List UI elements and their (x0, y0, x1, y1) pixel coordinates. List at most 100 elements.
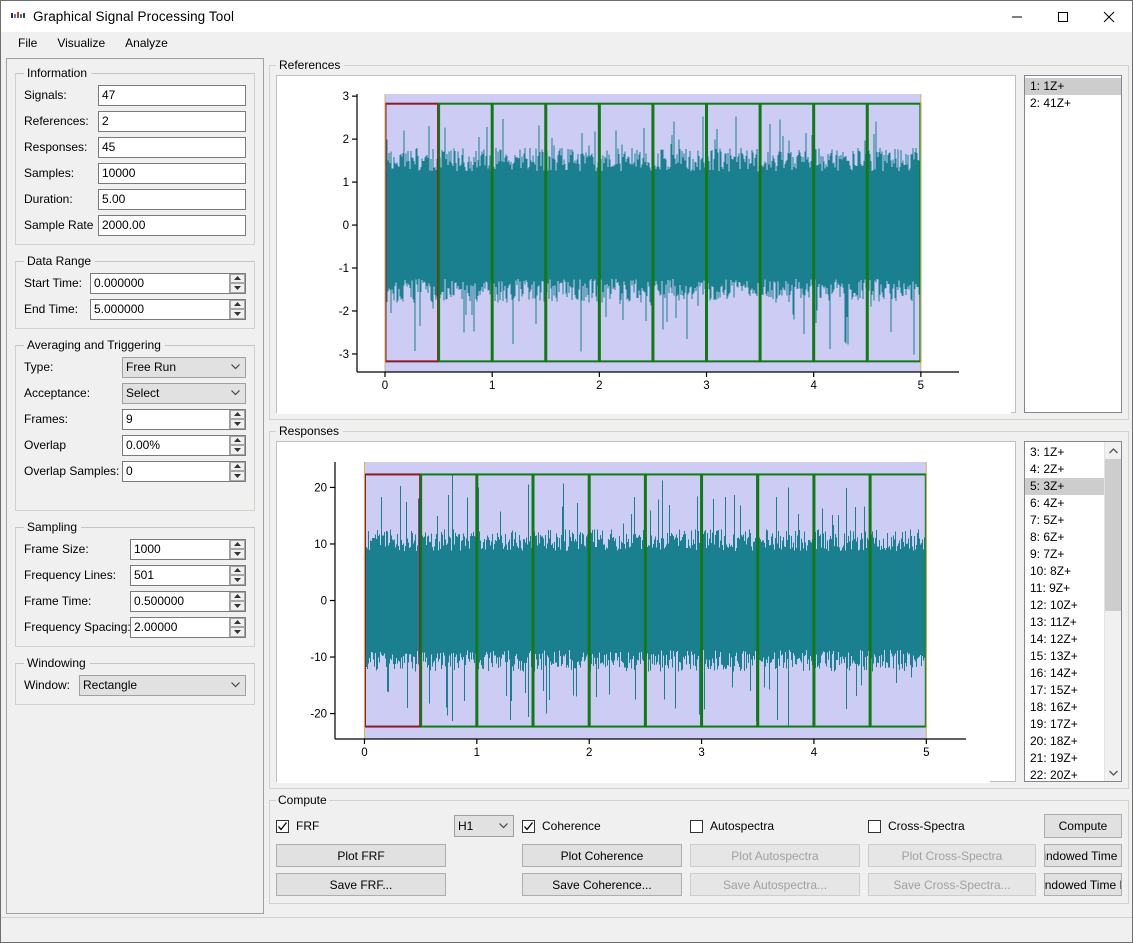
list-item[interactable]: 15: 13Z+ (1025, 648, 1104, 665)
dropdown-frf-estimator[interactable]: H1 (454, 815, 514, 837)
spinner-down-icon[interactable] (230, 601, 245, 611)
stepper-start-time[interactable]: 0.000000 (90, 273, 246, 294)
save-coherence-button[interactable]: Save Coherence... (522, 873, 682, 896)
list-item[interactable]: 7: 5Z+ (1025, 512, 1104, 529)
stepper-frequency-lines[interactable]: 501 (130, 565, 246, 586)
spinner-up-icon[interactable] (230, 540, 245, 550)
input-samples[interactable]: 10000 (98, 163, 246, 184)
plot-coherence-button[interactable]: Plot Coherence (522, 844, 682, 867)
plot-frf-button[interactable]: Plot FRF (276, 844, 446, 867)
responses-list[interactable]: 3: 1Z+4: 2Z+5: 3Z+6: 4Z+7: 5Z+8: 6Z+9: 7… (1024, 441, 1122, 782)
spinner-down-icon[interactable] (230, 471, 245, 481)
stepper-end-time[interactable]: 5.000000 (90, 299, 246, 320)
list-item[interactable]: 11: 9Z+ (1025, 580, 1104, 597)
spinner-down-icon[interactable] (230, 549, 245, 559)
checkbox-frf[interactable]: FRF (276, 819, 446, 833)
spinner-up-icon[interactable] (230, 300, 245, 310)
stepper-frames[interactable]: 9 (122, 409, 246, 430)
list-item[interactable]: 8: 6Z+ (1025, 529, 1104, 546)
save-windowed-time-history-button[interactable]: Save Windowed Time History... (1044, 873, 1122, 896)
save-frf-button[interactable]: Save FRF... (276, 873, 446, 896)
spinner-up-icon[interactable] (230, 566, 245, 576)
list-item[interactable]: 2: 41Z+ (1025, 95, 1121, 112)
spinner-frame-time[interactable] (229, 592, 245, 611)
minimize-icon[interactable] (994, 1, 1040, 32)
spinner-frequency-spacing[interactable] (229, 618, 245, 637)
stepper-frequency-spacing[interactable]: 2.00000 (130, 617, 246, 638)
responses-plot[interactable]: 20100-10-20012345 (276, 441, 1016, 782)
spinner-down-icon[interactable] (230, 627, 245, 637)
list-item[interactable]: 6: 4Z+ (1025, 495, 1104, 512)
list-item[interactable]: 9: 7Z+ (1025, 546, 1104, 563)
spinner-down-icon[interactable] (230, 419, 245, 429)
list-item[interactable]: 14: 12Z+ (1025, 631, 1104, 648)
spinner-frequency-lines[interactable] (229, 566, 245, 585)
spinner-overlap-samples[interactable] (229, 462, 245, 481)
input-frequency-spacing[interactable]: 2.00000 (131, 618, 229, 637)
compute-button[interactable]: Compute (1044, 814, 1122, 838)
close-icon[interactable] (1086, 1, 1132, 32)
list-item[interactable]: 17: 15Z+ (1025, 682, 1104, 699)
input-frames[interactable]: 9 (123, 410, 229, 429)
list-item[interactable]: 19: 17Z+ (1025, 716, 1104, 733)
checkbox-coherence[interactable]: Coherence (522, 819, 682, 833)
input-overlap-samples[interactable]: 0 (123, 462, 229, 481)
input-sample-rate[interactable]: 2000.00 (98, 215, 246, 236)
input-references[interactable]: 2 (98, 111, 246, 132)
spinner-down-icon[interactable] (230, 575, 245, 585)
spinner-down-icon[interactable] (230, 309, 245, 319)
spinner-start-time[interactable] (229, 274, 245, 293)
stepper-overlap[interactable]: 0.00% (122, 435, 246, 456)
input-signals[interactable]: 47 (98, 85, 246, 106)
checkbox-frf-box[interactable] (276, 820, 289, 833)
dropdown-acceptance[interactable]: Select (122, 383, 246, 404)
spinner-up-icon[interactable] (230, 410, 245, 420)
scroll-down-icon[interactable] (1105, 764, 1121, 781)
spinner-up-icon[interactable] (230, 436, 245, 446)
save-autospectra-button[interactable]: Save Autospectra... (690, 873, 860, 896)
plot-autospectra-button[interactable]: Plot Autospectra (690, 844, 860, 867)
spinner-down-icon[interactable] (230, 283, 245, 293)
input-responses[interactable]: 45 (98, 137, 246, 158)
list-item[interactable]: 20: 18Z+ (1025, 733, 1104, 750)
spinner-frame-size[interactable] (229, 540, 245, 559)
list-item[interactable]: 1: 1Z+ (1025, 78, 1121, 95)
spinner-up-icon[interactable] (230, 274, 245, 284)
menu-analyze[interactable]: Analyze (115, 34, 178, 52)
list-item[interactable]: 12: 10Z+ (1025, 597, 1104, 614)
list-item[interactable]: 21: 19Z+ (1025, 750, 1104, 767)
references-list[interactable]: 1: 1Z+2: 41Z+ (1024, 75, 1122, 413)
checkbox-coherence-box[interactable] (522, 820, 535, 833)
list-item[interactable]: 10: 8Z+ (1025, 563, 1104, 580)
references-plot[interactable]: 3210-1-2-3012345 (276, 75, 1016, 413)
menu-file[interactable]: File (8, 34, 47, 52)
stepper-frame-size[interactable]: 1000 (130, 539, 246, 560)
spinner-up-icon[interactable] (230, 618, 245, 628)
list-item[interactable]: 18: 16Z+ (1025, 699, 1104, 716)
scroll-up-icon[interactable] (1105, 442, 1121, 459)
spinner-end-time[interactable] (229, 300, 245, 319)
stepper-frame-time[interactable]: 0.500000 (130, 591, 246, 612)
list-item[interactable]: 22: 20Z+ (1025, 767, 1104, 782)
spinner-up-icon[interactable] (230, 462, 245, 472)
save-cross-spectra-button[interactable]: Save Cross-Spectra... (868, 873, 1036, 896)
list-item[interactable]: 3: 1Z+ (1025, 444, 1104, 461)
checkbox-cross-spectra[interactable]: Cross-Spectra (868, 819, 1036, 833)
input-start-time[interactable]: 0.000000 (91, 274, 229, 293)
list-item[interactable]: 5: 3Z+ (1025, 478, 1104, 495)
list-item[interactable]: 4: 2Z+ (1025, 461, 1104, 478)
input-frame-size[interactable]: 1000 (131, 540, 229, 559)
dropdown-window[interactable]: Rectangle (79, 675, 246, 696)
scrollbar-thumb[interactable] (1105, 459, 1121, 611)
input-duration[interactable]: 5.00 (98, 189, 246, 210)
spinner-frames[interactable] (229, 410, 245, 429)
list-item[interactable]: 13: 11Z+ (1025, 614, 1104, 631)
input-overlap[interactable]: 0.00% (123, 436, 229, 455)
stepper-overlap-samples[interactable]: 0 (122, 461, 246, 482)
input-frame-time[interactable]: 0.500000 (131, 592, 229, 611)
checkbox-cross-spectra-box[interactable] (868, 820, 881, 833)
spinner-up-icon[interactable] (230, 592, 245, 602)
input-frequency-lines[interactable]: 501 (131, 566, 229, 585)
list-item[interactable]: 16: 14Z+ (1025, 665, 1104, 682)
maximize-icon[interactable] (1040, 1, 1086, 32)
